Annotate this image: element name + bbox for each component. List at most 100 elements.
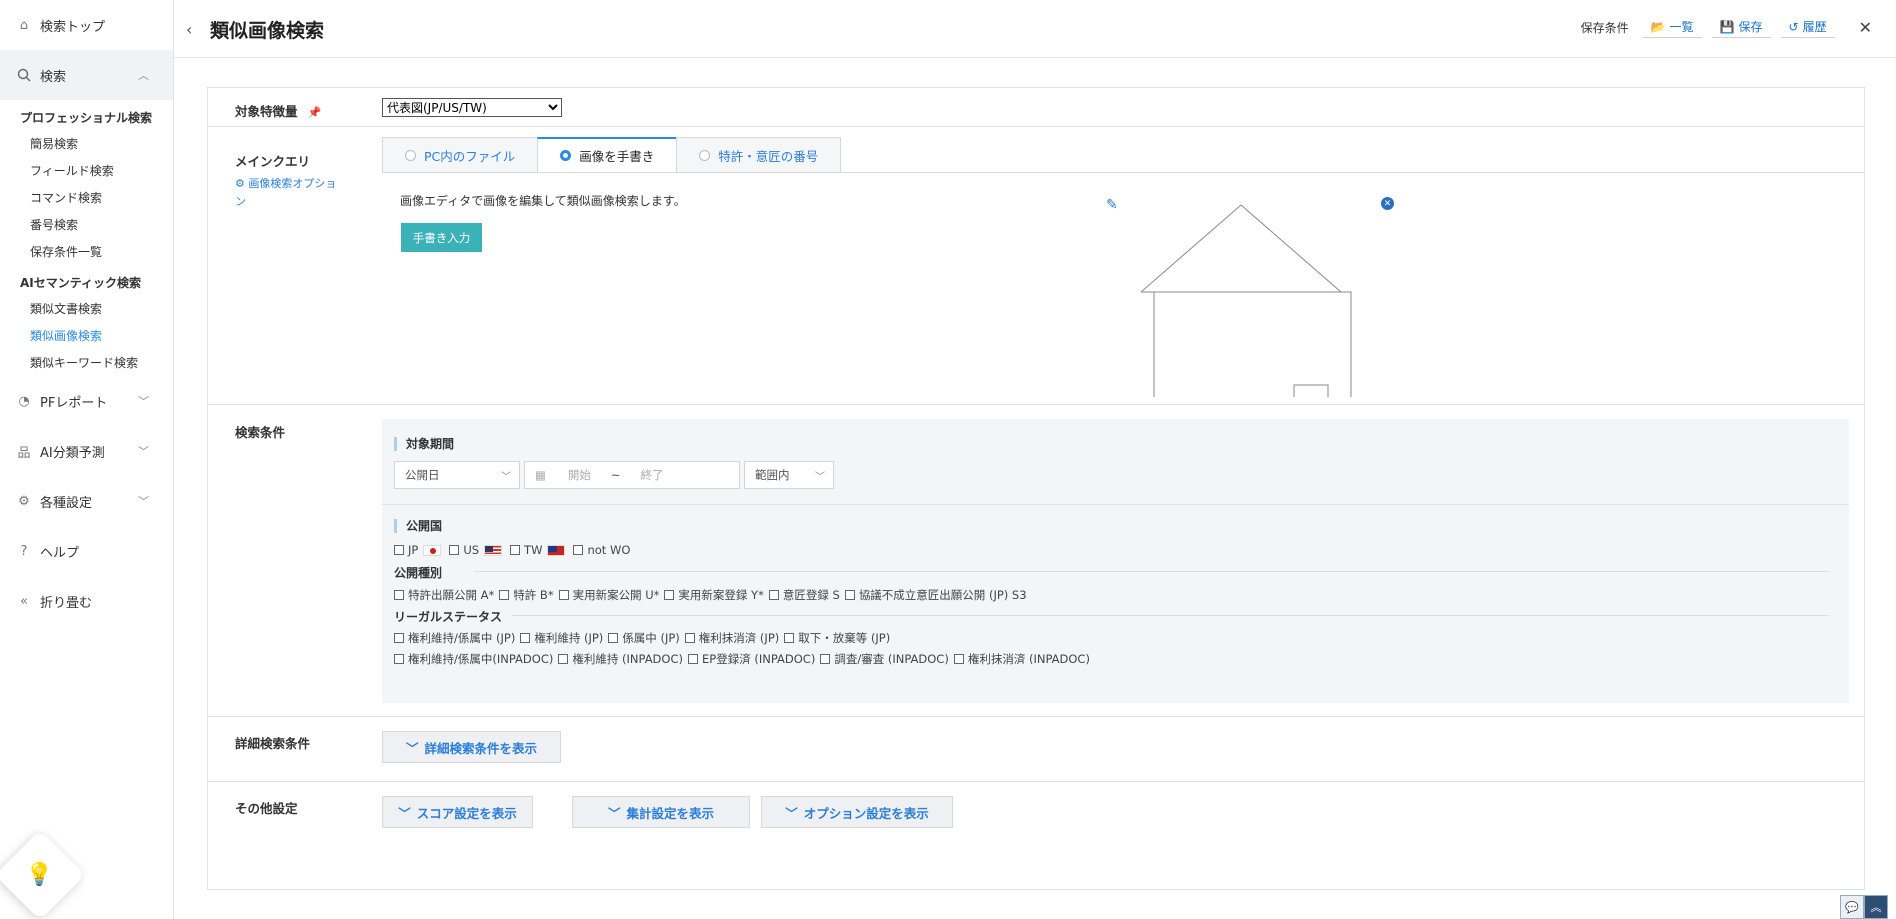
detail-conditions-label: 詳細検索条件 <box>235 736 311 751</box>
drawn-house-image <box>1140 204 1352 397</box>
range-value: 範囲内 <box>755 468 790 482</box>
checkbox-legal[interactable] <box>394 633 404 643</box>
sidebar-item-similar-image[interactable]: 類似画像検索 <box>0 322 173 349</box>
sidebar-item-pf-report[interactable]: ◔ PFレポート ﹀ <box>0 376 173 426</box>
question-icon: ? <box>20 543 28 559</box>
sidebar-item-command-search[interactable]: コマンド検索 <box>0 184 173 211</box>
sidebar-item-settings[interactable]: ⚙ 各種設定 ﹀ <box>0 476 173 526</box>
checkbox-jp[interactable] <box>394 545 404 555</box>
query-tabs: PC内のファイル 画像を手書き 特許・意匠の番号 <box>382 137 842 173</box>
image-search-option-label: 画像検索オプション <box>235 177 337 208</box>
country-not-wo-label: not WO <box>587 543 631 557</box>
pin-icon[interactable]: 📌 <box>308 106 322 119</box>
checkbox-us[interactable] <box>449 545 460 555</box>
saved-list-button[interactable]: 📂 一覧 <box>1642 16 1702 38</box>
checkbox-tw[interactable] <box>510 545 521 555</box>
checkbox-legal[interactable] <box>684 633 695 643</box>
sidebar-item-collapse[interactable]: « 折り畳む <box>0 576 173 626</box>
scroll-top-icon[interactable]: ︽ <box>1864 895 1888 919</box>
sidebar-item-search[interactable]: 検索 ︿ <box>0 50 173 100</box>
sidebar-item-label: 各種設定 <box>40 495 93 511</box>
legal-label: 権利維持 (INPADOC) <box>572 652 683 666</box>
sidebar-item-number-search[interactable]: 番号検索 <box>0 211 173 238</box>
tab-panel-border <box>382 172 1864 173</box>
show-score-settings-button[interactable]: ﹀ スコア設定を表示 <box>382 796 533 828</box>
page-title: 類似画像検索 <box>210 20 325 42</box>
other-settings-label: その他設定 <box>235 801 298 816</box>
tab-label: PC内のファイル <box>424 148 516 164</box>
sidebar-item-label: 検索 <box>40 69 67 85</box>
checkbox-pubtype[interactable] <box>558 590 569 600</box>
checkbox-pubtype[interactable] <box>394 590 404 600</box>
legal-label: 権利維持/係属中 (JP) <box>408 631 516 645</box>
checkbox-legal[interactable] <box>688 654 698 664</box>
sidebar-item-similar-keyword[interactable]: 類似キーワード検索 <box>0 349 173 376</box>
hand-draw-button[interactable]: 手書き入力 <box>401 223 482 252</box>
show-aggregation-settings-label: 集計設定を表示 <box>626 805 715 821</box>
save-button[interactable]: 💾 保存 <box>1711 16 1771 38</box>
sidebar-item-field-search[interactable]: フィールド検索 <box>0 157 173 184</box>
legal-status-row-1: 権利維持/係属中 (JP) 権利維持 (JP) 係属中 (JP) 権利抹消済 (… <box>394 630 895 646</box>
checkbox-pubtype[interactable] <box>499 590 510 600</box>
tab-label: 特許・意匠の番号 <box>718 148 819 164</box>
tab-pc-file[interactable]: PC内のファイル <box>382 137 539 173</box>
show-detail-conditions-button[interactable]: ﹀ 詳細検索条件を表示 <box>382 731 561 763</box>
home-icon: ⌂ <box>19 17 29 33</box>
sidebar-item-label: AI分類予測 <box>40 445 105 461</box>
save-label: 保存 <box>1738 20 1763 34</box>
tab-patent-number[interactable]: 特許・意匠の番号 <box>676 137 842 173</box>
sidebar-item-simple-search[interactable]: 簡易検索 <box>0 130 173 157</box>
remove-image-icon[interactable]: ✕ <box>1381 197 1394 210</box>
close-icon[interactable]: ✕ <box>1859 18 1872 37</box>
show-option-settings-label: オプション設定を表示 <box>803 805 929 821</box>
history-button[interactable]: ↺ 履歴 <box>1780 16 1835 38</box>
pie-chart-icon: ◔ <box>18 393 30 409</box>
checkbox-legal[interactable] <box>953 654 964 664</box>
target-feature-select[interactable]: 代表図(JP/US/TW) <box>382 98 562 117</box>
show-aggregation-settings-button[interactable]: ﹀ 集計設定を表示 <box>572 796 750 828</box>
pencil-icon[interactable]: ✎ <box>1106 197 1118 213</box>
checkbox-legal[interactable] <box>558 654 569 664</box>
checkbox-legal[interactable] <box>820 654 831 664</box>
tips-button[interactable]: 💡 <box>0 829 86 919</box>
page-header: ‹ 類似画像検索 保存条件 📂 一覧 💾 保存 ↺ 履歴 ✕ <box>174 0 1896 58</box>
legal-status-title: リーガルステータス <box>394 610 503 624</box>
history-icon: ↺ <box>1788 19 1799 34</box>
pubtype-label: 協議不成立意匠出願公開 (JP) S3 <box>858 588 1027 602</box>
chevron-down-icon: ﹀ <box>607 805 621 821</box>
checkbox-legal[interactable] <box>608 633 619 643</box>
legal-label: 調査/審査 (INPADOC) <box>834 652 949 666</box>
show-option-settings-button[interactable]: ﹀ オプション設定を表示 <box>761 796 953 828</box>
range-select[interactable]: 範囲内 ﹀ <box>744 461 834 489</box>
checkbox-pubtype[interactable] <box>664 590 675 600</box>
legal-label: 権利抹消済 (INPADOC) <box>967 652 1090 666</box>
country-checkboxes: JP US TW not WO <box>394 543 635 557</box>
checkbox-pubtype[interactable] <box>844 590 855 600</box>
checkbox-legal[interactable] <box>784 633 795 643</box>
sidebar-item-search-top[interactable]: ⌂ 検索トップ <box>0 0 173 50</box>
sidebar-item-help[interactable]: ? ヘルプ <box>0 526 173 576</box>
legal-label: 係属中 (JP) <box>622 631 680 645</box>
date-range-input[interactable]: ▦ 開始 ~ 終了 <box>524 461 740 489</box>
image-search-option-link[interactable]: ⚙ 画像検索オプション <box>235 175 345 211</box>
date-type-select[interactable]: 公開日 ﹀ <box>394 461 520 489</box>
chat-icon[interactable]: 💬 <box>1840 895 1864 919</box>
folder-open-icon: 📂 <box>1650 19 1666 34</box>
radio-icon <box>699 149 711 161</box>
search-conditions-row: 検索条件 対象期間 公開日 ﹀ ▦ 開始 ~ 終了 範囲内 ﹀ 公開国 JP U… <box>208 405 1864 717</box>
sidebar-item-similar-document[interactable]: 類似文書検索 <box>0 295 173 322</box>
checkbox-legal[interactable] <box>520 633 531 643</box>
divider <box>382 504 1849 505</box>
back-arrow-icon[interactable]: ‹ <box>186 20 192 39</box>
sidebar-item-saved-conditions[interactable]: 保存条件一覧 <box>0 238 173 265</box>
checkbox-pubtype[interactable] <box>768 590 779 600</box>
pubtype-label: 実用新案登録 Y* <box>678 588 764 602</box>
chevron-down-icon: ﹀ <box>501 471 511 483</box>
tab-hand-draw[interactable]: 画像を手書き <box>537 137 678 173</box>
legal-label: 権利維持/係属中(INPADOC) <box>408 652 554 666</box>
divider <box>512 615 1829 616</box>
checkbox-not-wo[interactable] <box>573 545 584 555</box>
sidebar-item-ai-classify[interactable]: 品 AI分類予測 ﹀ <box>0 426 173 476</box>
sidebar-item-label: 折り畳む <box>40 595 93 611</box>
checkbox-legal[interactable] <box>394 654 404 664</box>
